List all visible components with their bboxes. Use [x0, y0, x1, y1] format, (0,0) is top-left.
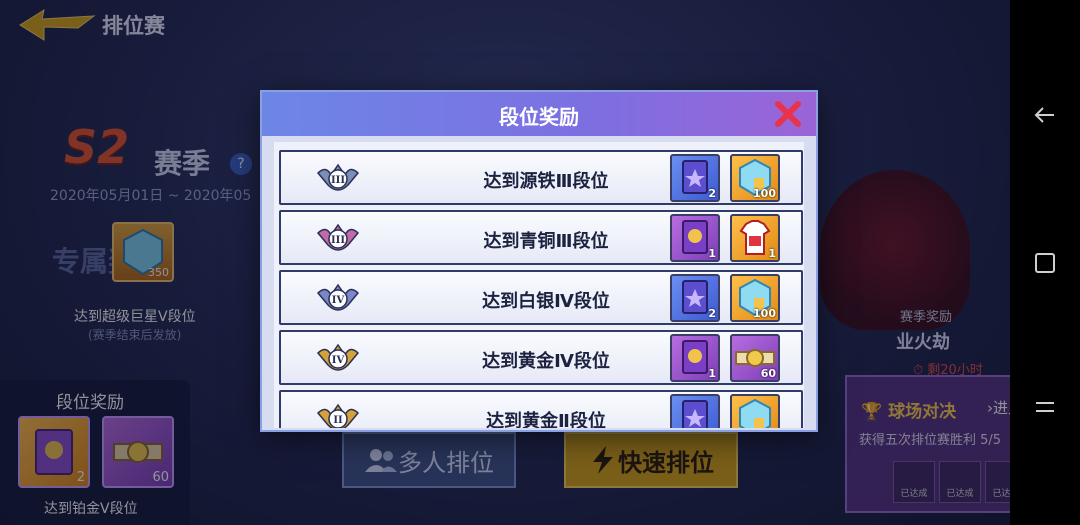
item-count: 1: [768, 247, 776, 260]
item-count: 1: [708, 247, 716, 260]
reward-item[interactable]: 60: [730, 334, 780, 382]
reward-row-label: 达到黄金Ⅱ段位: [486, 411, 606, 428]
reward-item[interactable]: 100: [730, 274, 780, 322]
reward-row: II 达到黄金Ⅱ段位: [279, 390, 803, 428]
nav-recent-button[interactable]: [1010, 382, 1080, 432]
system-nav-bar: [1010, 0, 1080, 525]
reward-row-label: 达到源铁Ⅲ段位: [483, 171, 609, 192]
reward-row-label: 达到青铜Ⅲ段位: [483, 231, 609, 252]
rank-badge-icon: IV: [316, 341, 360, 375]
rank-badge-icon: IV: [316, 281, 360, 315]
svg-text:IV: IV: [332, 295, 345, 306]
dialog-header: 段位奖励: [262, 92, 816, 136]
recent-apps-icon: [1036, 402, 1054, 412]
item-count: 1: [708, 367, 716, 380]
reward-row-label: 达到黄金Ⅳ段位: [482, 351, 610, 372]
reward-item[interactable]: 1: [730, 214, 780, 262]
item-count: 60: [760, 367, 776, 380]
reward-item[interactable]: [730, 394, 780, 428]
rank-reward-dialog: 段位奖励 III 达到源铁Ⅲ段位 2 100 III 达到青铜Ⅲ段位 1 1 IV 达到白银Ⅳ段位…: [260, 90, 818, 432]
nav-back-button[interactable]: [1010, 90, 1080, 140]
reward-row: IV 达到黄金Ⅳ段位 1 60: [279, 330, 803, 385]
reward-item[interactable]: [670, 394, 720, 428]
reward-row: III 达到源铁Ⅲ段位 2 100: [279, 150, 803, 205]
item-count: 2: [708, 307, 716, 320]
gem-icon: [732, 398, 778, 428]
close-button[interactable]: [772, 98, 804, 130]
close-icon: [775, 101, 801, 127]
svg-text:III: III: [331, 175, 345, 186]
home-square-icon: [1035, 253, 1055, 273]
svg-text:III: III: [331, 235, 345, 246]
reward-item[interactable]: 2: [670, 154, 720, 202]
back-icon: [1034, 107, 1054, 123]
reward-item[interactable]: 1: [670, 334, 720, 382]
rank-badge-icon: III: [316, 161, 360, 195]
dialog-title: 段位奖励: [499, 105, 579, 129]
reward-row: IV 达到白银Ⅳ段位 2 100: [279, 270, 803, 325]
svg-text:II: II: [333, 415, 343, 426]
reward-list[interactable]: III 达到源铁Ⅲ段位 2 100 III 达到青铜Ⅲ段位 1 1 IV 达到白银Ⅳ段位 2 100 I…: [274, 142, 804, 428]
svg-text:IV: IV: [332, 355, 345, 366]
reward-row-label: 达到白银Ⅳ段位: [482, 291, 610, 312]
reward-row: III 达到青铜Ⅲ段位 1 1: [279, 210, 803, 265]
item-count: 100: [753, 307, 776, 320]
reward-item[interactable]: 100: [730, 154, 780, 202]
nav-home-button[interactable]: [1010, 238, 1080, 288]
rank-badge-icon: III: [316, 221, 360, 255]
item-count: 2: [708, 187, 716, 200]
blue-book-icon: [672, 400, 718, 428]
reward-item[interactable]: 2: [670, 274, 720, 322]
reward-item[interactable]: 1: [670, 214, 720, 262]
item-count: 100: [753, 187, 776, 200]
rank-badge-icon: II: [316, 401, 360, 428]
